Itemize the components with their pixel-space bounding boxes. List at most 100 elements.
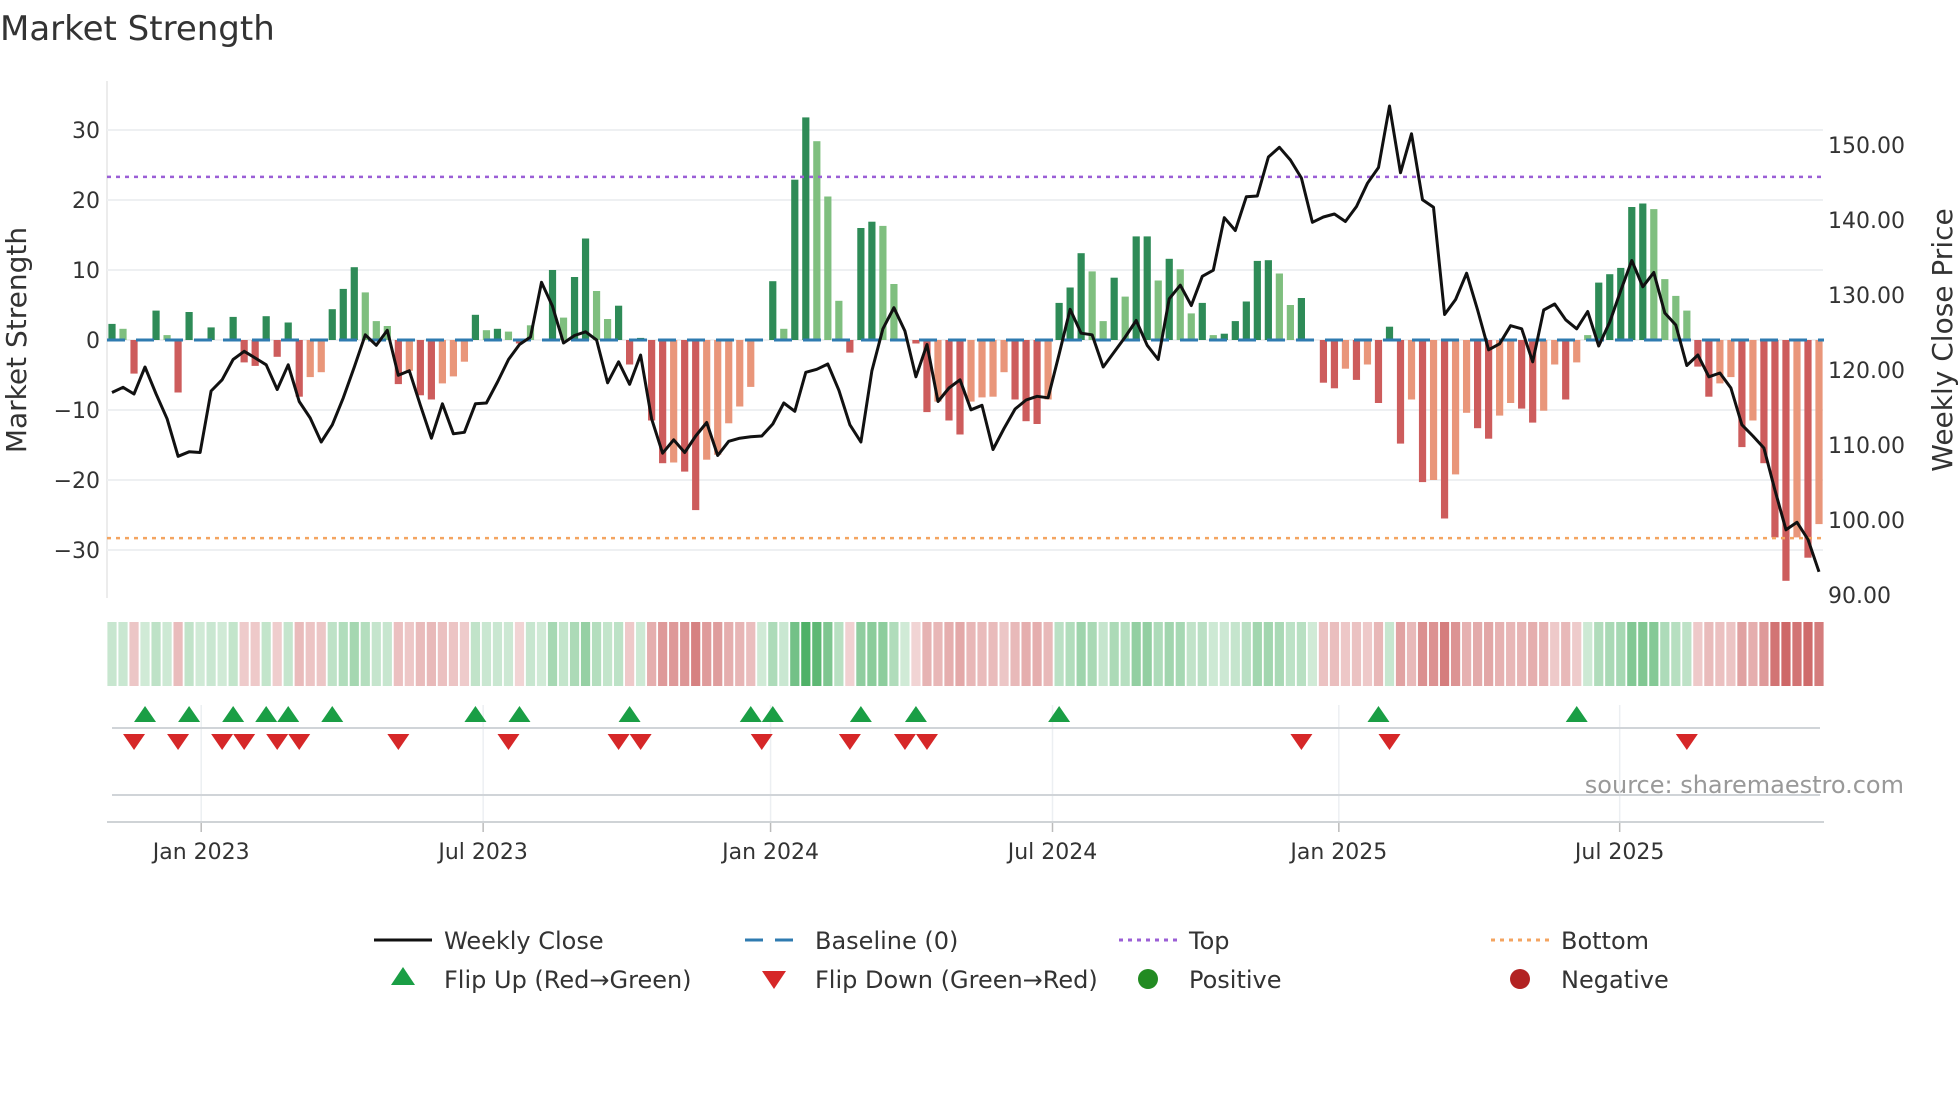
strength-strip-cell: [845, 622, 855, 686]
strength-strip-cell: [1142, 622, 1152, 686]
strength-strip-cell: [349, 622, 359, 686]
strength-bar: [328, 309, 336, 340]
strength-strip-cell: [1153, 622, 1163, 686]
strength-bar: [570, 277, 579, 340]
strength-strip-cell: [1594, 622, 1604, 686]
strength-strip-cell: [129, 622, 139, 686]
strength-bar: [251, 340, 259, 366]
x-tick-label: Jul 2023: [436, 840, 528, 865]
strength-bar: [1573, 340, 1581, 363]
legend-negative-icon: [1510, 969, 1530, 989]
y2-tick-label: 130.00: [1828, 284, 1905, 309]
strength-bar: [1617, 267, 1625, 340]
strength-strip-cell: [1759, 622, 1769, 686]
strength-bar: [350, 267, 358, 340]
strength-bar: [460, 340, 469, 362]
strength-bar: [1771, 340, 1779, 538]
strength-bar: [1088, 271, 1096, 340]
strength-bar: [813, 141, 821, 340]
strength-bar: [284, 322, 292, 340]
strength-bar: [1639, 203, 1647, 340]
x-tick-label: Jan 2025: [1288, 840, 1387, 865]
flip-up-marker: [904, 706, 927, 722]
strength-strip-cell: [316, 622, 326, 686]
flip-up-marker: [321, 706, 344, 722]
strength-bar: [857, 228, 865, 340]
strength-strip-cell: [768, 622, 778, 686]
strength-strip-cell: [1649, 622, 1659, 686]
strength-strip-cell: [591, 622, 602, 686]
y-tick-label: 0: [86, 329, 100, 354]
strength-bar: [1000, 340, 1008, 373]
strength-strip-cell: [1384, 622, 1395, 686]
x-tick-label: Jan 2023: [151, 840, 250, 865]
flip-up-marker: [134, 706, 157, 722]
y2-tick-label: 100.00: [1828, 509, 1905, 534]
strength-bar: [1595, 282, 1603, 340]
strength-strip-cell: [1461, 622, 1472, 686]
strength-bar: [1749, 340, 1757, 421]
strength-strip-cell: [1164, 622, 1174, 686]
strength-bar: [736, 340, 744, 407]
strength-strip-cell: [1781, 622, 1791, 686]
strength-strip-cell: [1671, 622, 1681, 686]
strength-bar: [416, 340, 424, 396]
strength-bar: [1429, 340, 1438, 480]
strength-bar: [791, 179, 799, 340]
strength-bar: [405, 340, 413, 371]
strength-strip-cell: [184, 622, 194, 686]
strength-strip-cell: [1770, 622, 1780, 686]
strength-strip-cell: [1373, 622, 1384, 686]
chart-title: Market Strength: [0, 9, 275, 49]
strength-strip-cell: [1351, 622, 1362, 686]
strength-bar: [1738, 340, 1746, 448]
y2-tick-label: 120.00: [1828, 359, 1905, 384]
strength-strip-cell: [1109, 622, 1119, 686]
strength-strip-cell: [503, 622, 514, 686]
flip-down-marker: [233, 734, 256, 750]
strength-bar: [1683, 310, 1691, 340]
strength-strip-cell: [1307, 622, 1318, 686]
strength-bar: [1815, 340, 1823, 525]
strength-strip-cell: [1175, 622, 1185, 686]
strength-strip-cell: [1219, 622, 1229, 686]
strength-strip-cell: [1087, 622, 1097, 686]
strength-bar: [1804, 340, 1812, 558]
strength-bar: [1319, 340, 1328, 383]
strength-bar: [989, 340, 997, 397]
strength-bar: [504, 331, 513, 340]
legend-label: Flip Down (Green→Red): [815, 966, 1098, 994]
strength-strip-cell: [1021, 622, 1031, 686]
strength-strip-cell: [338, 622, 348, 686]
strength-strip-cell: [151, 622, 161, 686]
strength-strip-cell: [1737, 622, 1747, 686]
strength-bar: [1727, 340, 1735, 378]
strength-strip-cell: [757, 622, 767, 686]
strength-strip-cell: [382, 622, 392, 686]
strength-strip-cell: [900, 622, 910, 686]
strength-strip-cell: [1439, 622, 1450, 686]
strength-bar: [802, 117, 810, 341]
strength-strip-cell: [558, 622, 569, 686]
strength-bar: [945, 340, 953, 421]
strength-strip-cell: [1528, 622, 1538, 686]
legend-label: Positive: [1189, 966, 1282, 994]
strength-bar: [1793, 340, 1801, 538]
strength-strip-cell: [1296, 622, 1306, 686]
flip-up-marker: [849, 706, 872, 722]
flip-down-marker: [893, 734, 916, 750]
strength-bar: [1396, 340, 1405, 444]
plot-layer: 30 20 10 0 −10 −20 −30 150.00 140.00 130.00 120.00…: [54, 81, 1905, 994]
strength-bar: [1628, 207, 1636, 340]
strength-strip-cell: [261, 622, 271, 686]
strength-bar: [471, 314, 480, 340]
legend-label: Negative: [1561, 966, 1669, 994]
legend-label: Top: [1188, 927, 1230, 955]
strength-bar: [769, 281, 777, 340]
strength-bar: [185, 312, 193, 340]
strength-strip-cell: [1274, 622, 1284, 686]
strength-strip-cell: [1318, 622, 1329, 686]
strength-strip-cell: [525, 622, 536, 686]
strength-strip-cell: [680, 622, 690, 686]
strength-strip-cell: [327, 622, 337, 686]
